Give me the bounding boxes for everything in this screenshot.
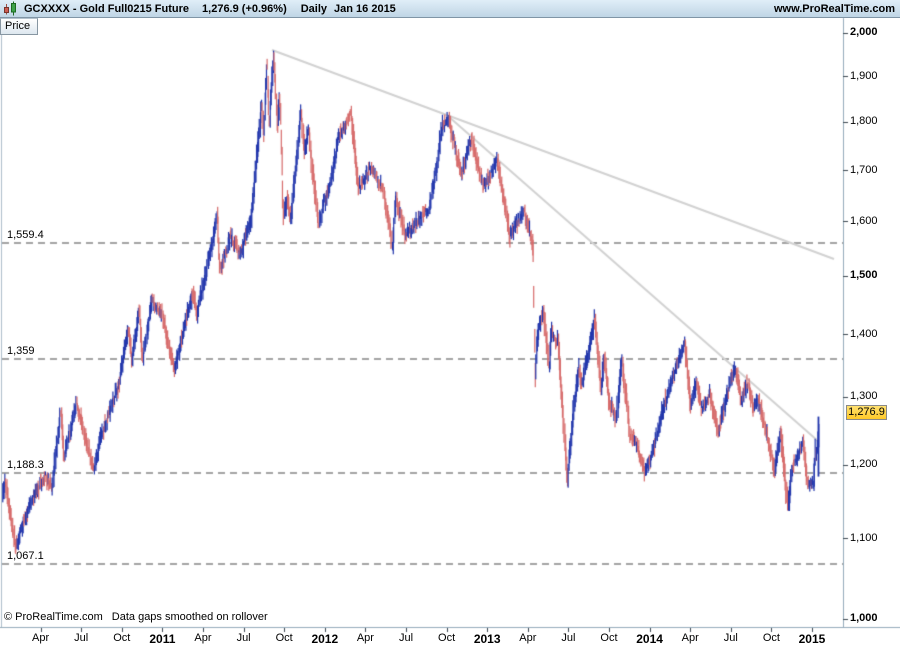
x-axis-label: Apr: [194, 632, 212, 644]
y-axis-label: 1,600: [850, 214, 878, 227]
copyright-note: © ProRealTime.com Data gaps smoothed on r…: [4, 611, 268, 623]
instrument-title: GCXXXX - Gold Full0215 Future: [24, 2, 190, 15]
x-axis-label: Oct: [113, 632, 131, 644]
x-axis-label: 2012: [311, 632, 339, 646]
x-axis-label: Jul: [723, 632, 738, 644]
price-tab[interactable]: Price: [0, 18, 39, 35]
price-level-label: 1,559.4: [7, 229, 44, 242]
price-level-label: 1,359: [7, 345, 35, 358]
x-axis-label: Jul: [398, 632, 414, 644]
title-bar: GCXXXX - Gold Full0215 Future 1,276.9 (+…: [0, 0, 900, 18]
x-axis-label: 2014: [636, 632, 663, 646]
x-axis-label: Oct: [438, 632, 456, 644]
x-axis-label: Oct: [762, 632, 780, 644]
x-axis-label: Apr: [519, 632, 537, 644]
x-axis-label: Jul: [236, 632, 251, 644]
last-price-badge: 1,276.9: [846, 404, 887, 420]
y-axis-label: 1,200: [850, 458, 878, 470]
x-axis-label: 2011: [149, 632, 176, 646]
x-axis-label: Apr: [681, 632, 699, 644]
y-axis-label: 1,900: [850, 69, 878, 82]
y-axis-label: 1,400: [850, 327, 878, 340]
x-axis-label: Oct: [275, 632, 293, 644]
x-axis-label: Jul: [74, 632, 89, 644]
candlestick-chart-icon: [3, 1, 18, 16]
y-axis-label: 1,500: [850, 269, 878, 282]
price-chart-canvas[interactable]: [0, 0, 900, 650]
x-axis-label: Apr: [356, 632, 374, 644]
y-axis-label: 2,000: [850, 26, 878, 39]
rollover-note: Data gaps smoothed on rollover: [111, 611, 268, 623]
last-quote: 1,276.9 (+0.96%): [202, 2, 287, 15]
y-axis-label: 1,800: [850, 115, 878, 128]
y-axis-label: 1,700: [850, 163, 878, 176]
x-axis-label: Jul: [561, 632, 576, 644]
x-axis-label: 2015: [798, 632, 826, 646]
prorealtime-site-label[interactable]: www.ProRealTime.com: [774, 3, 895, 15]
price-level-label: 1,188.3: [7, 458, 44, 471]
y-axis-label: 1,300: [850, 390, 878, 403]
x-axis-label: Oct: [600, 632, 618, 644]
y-axis-label: 1,100: [850, 531, 878, 544]
x-axis-label: 2013: [473, 632, 501, 646]
copyright-text: © ProRealTime.com: [4, 611, 103, 623]
y-axis-label: 1,000: [850, 612, 878, 625]
price-level-label: 1,067.1: [7, 549, 44, 562]
timeframe-label: Daily: [300, 2, 328, 15]
x-axis-label: Apr: [32, 632, 50, 644]
date-label: Jan 16 2015: [334, 2, 396, 15]
